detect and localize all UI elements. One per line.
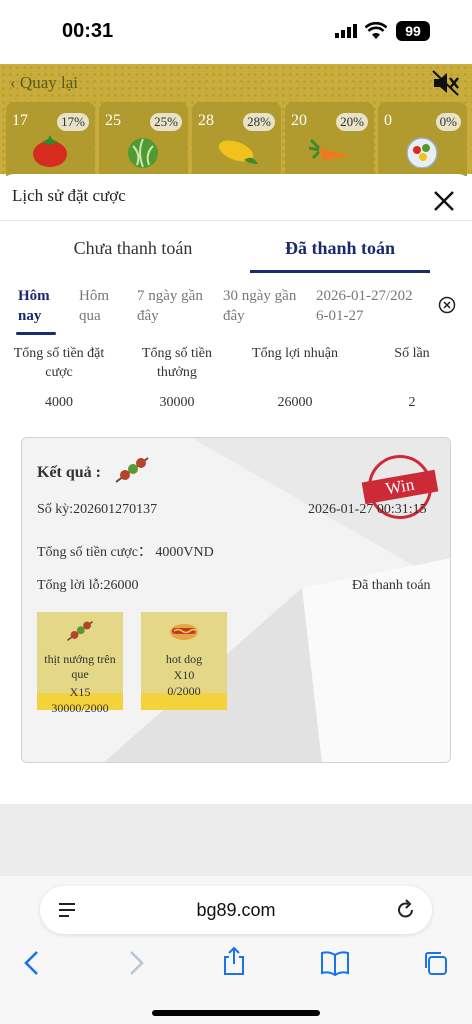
forward-icon[interactable] [126, 950, 146, 976]
summary-header-total-bet: Tổng số tiền đặt cược [13, 346, 105, 380]
address-bar[interactable]: bg89.com [40, 886, 432, 934]
result-label: Kết quả : [37, 464, 101, 481]
bookmarks-icon[interactable] [320, 950, 350, 976]
summary-value-count: 2 [408, 395, 416, 410]
tile-corn[interactable]: 28 28% [192, 102, 281, 176]
summary-header-total-profit: Tổng lợi nhuận [252, 346, 338, 361]
sheet-title: Lịch sử đặt cược [12, 186, 126, 205]
tile-tomato[interactable]: 17 17% [6, 102, 95, 176]
active-filter-underline [16, 332, 56, 335]
corn-icon [218, 140, 258, 164]
win-stamp-label: Win [361, 469, 439, 505]
tile-count: 0 [384, 112, 392, 129]
back-icon[interactable] [22, 950, 42, 976]
bet-history-sheet: Lịch sử đặt cược Chưa thanh toán Đã than… [0, 174, 472, 804]
wifi-icon [365, 22, 387, 39]
tabs-icon[interactable] [422, 950, 448, 976]
skewer-icon [115, 457, 149, 483]
clock: 00:31 [62, 20, 114, 42]
bet-item: hot dog X10 0/2000 [141, 612, 227, 710]
profit-loss: Tổng lời lỗ:26000 [37, 578, 139, 593]
bet-record-card: Kết quả : Win Số kỳ:202601270137 2026-01… [21, 437, 451, 763]
item-name: thịt nướng trên que [44, 652, 116, 681]
item-multiplier: X15 [69, 685, 91, 699]
share-icon[interactable] [222, 946, 246, 976]
tile-carrot[interactable]: 20 20% [285, 102, 374, 176]
skewer-icon [66, 620, 94, 642]
tab-paid[interactable]: Đã thanh toán [250, 238, 430, 259]
tile-count: 17 [12, 112, 28, 129]
tile-count: 28 [198, 112, 214, 129]
filter-7-days[interactable]: 7 ngày gần đây [137, 286, 213, 326]
tile-cabbage[interactable]: 25 25% [99, 102, 188, 176]
carrot-icon [309, 138, 351, 160]
item-amount: 0/2000 [167, 684, 201, 698]
clear-date-icon[interactable] [438, 296, 456, 314]
back-link[interactable]: ‹ Quay lại [10, 73, 78, 93]
back-label: Quay lại [19, 73, 78, 92]
tile-salad[interactable]: 0 0% [378, 102, 467, 176]
browser-toolbar: bg89.com [0, 876, 472, 1024]
close-icon[interactable] [432, 189, 456, 213]
sound-muted-icon[interactable] [432, 70, 460, 96]
filter-date-range[interactable]: 2026-01-27/2026-01-27 [316, 286, 420, 326]
item-amount: 30000/2000 [51, 701, 109, 715]
tile-percent: 25% [150, 113, 182, 131]
item-name: hot dog [165, 652, 203, 666]
filter-yesterday[interactable]: Hôm qua [79, 286, 119, 326]
summary-value-total-profit: 26000 [277, 395, 313, 410]
cellular-signal-icon [335, 24, 357, 38]
period-number: Số kỳ:202601270137 [37, 502, 158, 517]
vegetable-tiles: 17 17% 25 25% 28 28% 20 20% 0 0% [6, 102, 467, 176]
salad-icon [406, 137, 438, 168]
hotdog-icon [170, 624, 198, 640]
cabbage-icon [128, 138, 158, 168]
summary-value-total-bet: 4000 [45, 395, 73, 410]
bet-datetime: 2026-01-27 00:31:15 [308, 502, 427, 517]
total-bet-amount: Tổng số tiền cược： 4000VND [37, 545, 214, 560]
summary-header-count: Số lần [394, 346, 430, 361]
summary-header-total-reward: Tổng số tiền thưởng [142, 346, 212, 380]
active-tab-underline [250, 270, 430, 273]
payment-status: Đã thanh toán [352, 578, 431, 593]
home-indicator [152, 1010, 320, 1016]
page-filler [0, 804, 472, 876]
filter-today[interactable]: Hôm nay [18, 286, 60, 326]
bet-item: thịt nướng trên que X15 30000/2000 [37, 612, 123, 715]
summary-value-total-reward: 30000 [159, 395, 195, 410]
tile-count: 20 [291, 112, 307, 129]
tile-count: 25 [105, 112, 121, 129]
tile-percent: 0% [435, 113, 461, 131]
status-bar: 00:31 99 [0, 0, 472, 64]
item-multiplier: X10 [173, 668, 195, 682]
tile-percent: 20% [336, 113, 368, 131]
url-domain: bg89.com [196, 900, 276, 920]
tab-unpaid[interactable]: Chưa thanh toán [38, 238, 228, 259]
divider [0, 220, 472, 221]
tomato-icon [33, 135, 67, 167]
game-header: ‹ Quay lại 17 17% 25 25% 28 28% 20 20% 0… [0, 64, 472, 176]
reload-icon[interactable] [396, 899, 416, 921]
tile-percent: 17% [57, 113, 89, 131]
battery-icon: 99 [396, 21, 430, 41]
tile-percent: 28% [243, 113, 275, 131]
filter-30-days[interactable]: 30 ngày gần đây [223, 286, 307, 326]
